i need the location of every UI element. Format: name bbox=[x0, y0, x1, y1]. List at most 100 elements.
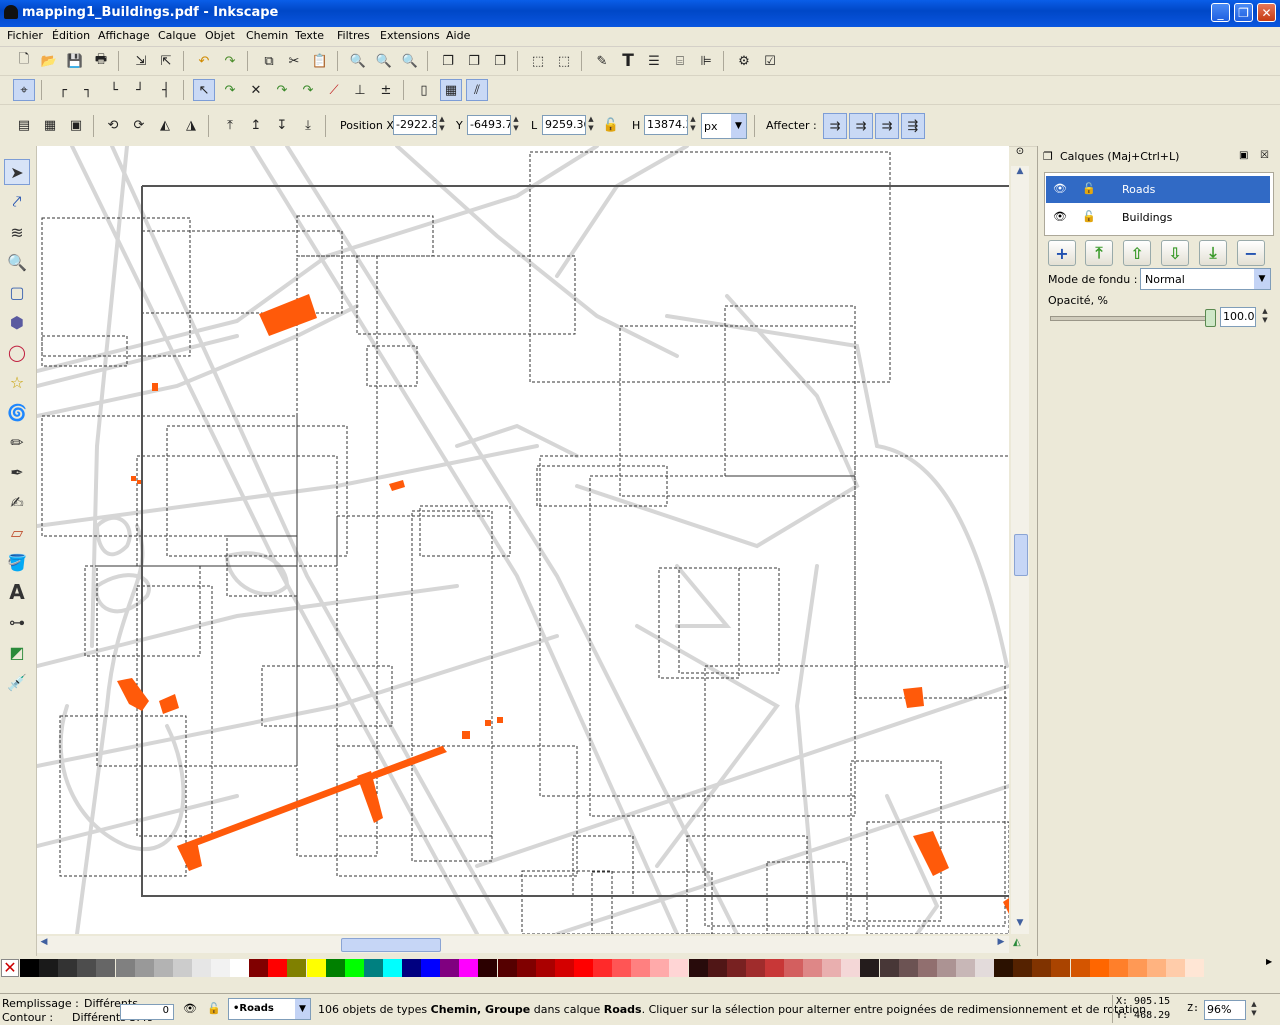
color-swatch[interactable] bbox=[268, 959, 288, 977]
color-swatch[interactable] bbox=[764, 959, 784, 977]
color-swatch[interactable] bbox=[1166, 959, 1185, 977]
color-swatch[interactable] bbox=[1032, 959, 1052, 977]
eraser-tool-icon[interactable]: ▱ bbox=[4, 519, 30, 545]
paint-bucket-tool-icon[interactable]: 🪣 bbox=[4, 549, 30, 575]
color-swatch[interactable] bbox=[191, 959, 211, 977]
scroll-up-icon[interactable]: ▲ bbox=[1013, 166, 1027, 182]
menu-texte[interactable]: Texte bbox=[295, 29, 324, 42]
3d-box-tool-icon[interactable]: ⬢ bbox=[4, 309, 30, 335]
select-all-layers-icon[interactable]: ▦ bbox=[39, 114, 61, 136]
document-properties-icon[interactable]: ☑ bbox=[759, 50, 781, 72]
color-swatch[interactable] bbox=[497, 959, 517, 977]
menu-objet[interactable]: Objet bbox=[205, 29, 235, 42]
duplicate-icon[interactable]: ❐ bbox=[437, 50, 459, 72]
scale-stroke-icon[interactable]: ⇉ bbox=[823, 113, 847, 139]
snap-intersections-icon[interactable]: ✕ bbox=[245, 79, 267, 101]
color-swatch[interactable] bbox=[440, 959, 460, 977]
color-swatch[interactable] bbox=[784, 959, 803, 977]
ungroup-icon[interactable]: ⬚ bbox=[553, 50, 575, 72]
color-swatch[interactable] bbox=[363, 959, 383, 977]
lock-icon[interactable]: 🔓 bbox=[1082, 182, 1096, 195]
preferences-icon[interactable]: ⚙ bbox=[733, 50, 755, 72]
opacity-slider[interactable] bbox=[1050, 316, 1212, 321]
vertical-scroll-thumb[interactable] bbox=[1014, 534, 1028, 576]
snap-midpoint-icon[interactable]: ⟋ bbox=[323, 79, 345, 101]
lock-ratio-icon[interactable]: 🔓 bbox=[600, 114, 622, 136]
drawing-canvas[interactable] bbox=[37, 146, 1009, 934]
horizontal-scrollbar[interactable]: ◀ ▶ bbox=[37, 936, 1009, 953]
color-swatch[interactable] bbox=[1185, 959, 1205, 977]
select-all-icon[interactable]: ▤ bbox=[13, 114, 35, 136]
gradient-tool-icon[interactable]: ◩ bbox=[4, 639, 30, 665]
visibility-eye-icon[interactable]: 👁 bbox=[183, 1002, 197, 1015]
snap-nodes-icon[interactable]: ↖ bbox=[193, 79, 215, 101]
color-swatch[interactable] bbox=[535, 959, 555, 977]
eye-icon[interactable]: 👁 bbox=[1053, 210, 1067, 223]
color-swatch[interactable] bbox=[1108, 959, 1128, 977]
color-swatch[interactable] bbox=[803, 959, 823, 977]
zoom-input[interactable]: 96% bbox=[1204, 1000, 1246, 1020]
color-swatch[interactable] bbox=[306, 959, 326, 977]
undo-icon[interactable]: ↶ bbox=[193, 50, 215, 72]
color-swatch[interactable] bbox=[994, 959, 1014, 977]
minimize-button[interactable]: _ bbox=[1211, 3, 1230, 22]
color-swatch[interactable] bbox=[115, 959, 135, 977]
raise-layer-button[interactable]: ⇧ bbox=[1123, 240, 1151, 266]
position-x-input[interactable]: -2922.8 bbox=[393, 115, 437, 135]
color-swatch[interactable] bbox=[1089, 959, 1109, 977]
menu-extensions[interactable]: Extensions bbox=[380, 29, 440, 42]
width-stepper[interactable]: ▲ ▼ bbox=[586, 115, 596, 135]
raise-icon[interactable]: ↥ bbox=[245, 114, 267, 136]
layer-lock-icon[interactable]: 🔓 bbox=[207, 1002, 221, 1015]
snap-enable-icon[interactable]: ⌖ bbox=[13, 79, 35, 101]
selector-tool-icon[interactable]: ➤ bbox=[4, 159, 30, 185]
horizontal-scroll-thumb[interactable] bbox=[341, 938, 441, 952]
snap-smooth-icon[interactable]: ↷ bbox=[297, 79, 319, 101]
color-swatch[interactable] bbox=[669, 959, 689, 977]
snap-guide-icon[interactable]: ⫽ bbox=[466, 79, 488, 101]
color-swatch[interactable] bbox=[77, 959, 97, 977]
import-icon[interactable]: ⇲ bbox=[130, 50, 152, 72]
snap-rotation-center-icon[interactable]: ± bbox=[375, 79, 397, 101]
color-swatch[interactable] bbox=[688, 959, 708, 977]
map-drawing[interactable] bbox=[37, 146, 1009, 934]
palette-scrollbar[interactable] bbox=[0, 979, 1280, 992]
color-swatch[interactable] bbox=[382, 959, 402, 977]
layer-row-buildings[interactable]: 👁 🔓 Buildings bbox=[1046, 204, 1270, 231]
print-icon[interactable]: 🖶 bbox=[90, 50, 112, 72]
color-swatch[interactable] bbox=[573, 959, 593, 977]
color-swatch[interactable] bbox=[211, 959, 230, 977]
spiral-tool-icon[interactable]: 🌀 bbox=[4, 399, 30, 425]
maximize-button[interactable]: ❐ bbox=[1234, 3, 1253, 22]
clone-icon[interactable]: ❐ bbox=[463, 50, 485, 72]
scroll-down-icon[interactable]: ▼ bbox=[1013, 918, 1027, 934]
close-button[interactable]: ✕ bbox=[1257, 3, 1276, 22]
color-swatch[interactable] bbox=[325, 959, 345, 977]
new-document-icon[interactable]: 🗋 bbox=[13, 50, 35, 72]
scroll-right-icon[interactable]: ▶ bbox=[994, 937, 1008, 951]
color-swatch[interactable] bbox=[287, 959, 307, 977]
color-swatch[interactable] bbox=[344, 959, 364, 977]
color-swatch[interactable] bbox=[745, 959, 765, 977]
snap-bbox-edge-icon[interactable]: ┐ bbox=[77, 79, 99, 101]
snap-bbox-corner-icon[interactable]: └ bbox=[103, 79, 125, 101]
color-swatch[interactable] bbox=[516, 959, 536, 977]
color-swatch[interactable] bbox=[879, 959, 899, 977]
panel-close-icon[interactable]: ☒ bbox=[1260, 150, 1269, 161]
color-swatch[interactable] bbox=[955, 959, 975, 977]
snap-bbox-icon[interactable]: ┌ bbox=[52, 79, 74, 101]
copy-icon[interactable]: ⧉ bbox=[258, 50, 280, 72]
color-swatch[interactable] bbox=[459, 959, 479, 977]
zoom-tool-icon[interactable]: 🔍 bbox=[4, 249, 30, 275]
save-icon[interactable]: 💾 bbox=[64, 50, 86, 72]
menu-filtres[interactable]: Filtres bbox=[337, 29, 370, 42]
star-tool-icon[interactable]: ☆ bbox=[4, 369, 30, 395]
color-swatch[interactable] bbox=[39, 959, 59, 977]
snap-cusp-icon[interactable]: ↷ bbox=[271, 79, 293, 101]
snap-bbox-center-icon[interactable]: ┤ bbox=[155, 79, 177, 101]
color-swatch[interactable] bbox=[402, 959, 421, 977]
blend-mode-select[interactable]: Normal ▼ bbox=[1140, 268, 1271, 290]
redo-icon[interactable]: ↷ bbox=[219, 50, 241, 72]
paste-icon[interactable]: 📋 bbox=[309, 50, 331, 72]
unit-select[interactable]: px ▼ bbox=[701, 113, 747, 139]
